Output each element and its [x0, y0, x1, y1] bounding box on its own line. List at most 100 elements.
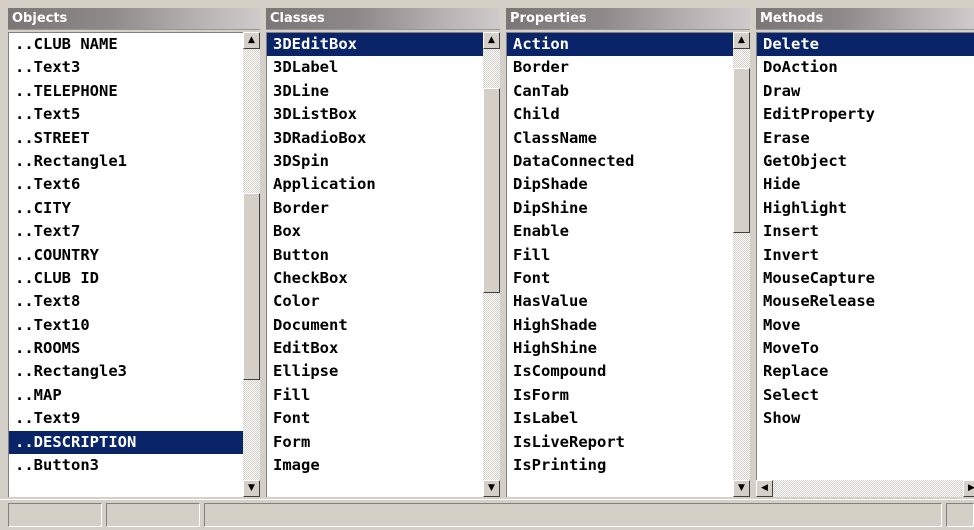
classes-list-item[interactable]: EditBox — [267, 337, 483, 360]
objects-list-item[interactable]: ..Text3 — [9, 56, 243, 79]
methods-list-item[interactable]: Select — [757, 384, 974, 407]
classes-list-item[interactable]: Application — [267, 173, 483, 196]
objects-list-item[interactable]: ..STREET — [9, 127, 243, 150]
objects-list-item[interactable]: ..CLUB ID — [9, 267, 243, 290]
classes-list-item[interactable]: 3DLine — [267, 80, 483, 103]
classes-pane: Classes 3DEditBox 3DLabel 3DLine 3DListBox 3… — [266, 8, 500, 497]
scroll-right-icon[interactable]: ▶ — [963, 480, 974, 497]
properties-list-item[interactable]: Child — [507, 103, 733, 126]
status-bar — [0, 499, 974, 530]
properties-list-item[interactable]: HasValue — [507, 290, 733, 313]
objects-list-item[interactable]: ..COUNTRY — [9, 244, 243, 267]
classes-list-item[interactable]: 3DSpin — [267, 150, 483, 173]
methods-list-item[interactable]: Show — [757, 407, 974, 430]
scroll-down-icon[interactable]: ▼ — [243, 480, 260, 497]
objects-scroll-thumb[interactable] — [243, 193, 260, 380]
classes-list-item[interactable]: Box — [267, 220, 483, 243]
objects-list-item[interactable]: ..CLUB NAME — [9, 33, 243, 56]
classes-list-item[interactable]: 3DLabel — [267, 56, 483, 79]
methods-list-item[interactable]: Erase — [757, 127, 974, 150]
methods-list-item[interactable]: MouseCapture — [757, 267, 974, 290]
objects-list-item[interactable]: ..Text5 — [9, 103, 243, 126]
objects-list-item[interactable]: ..ROOMS — [9, 337, 243, 360]
properties-list-item[interactable]: Font — [507, 267, 733, 290]
properties-list-item[interactable]: DipShade — [507, 173, 733, 196]
classes-list-item[interactable]: Font — [267, 407, 483, 430]
classes-list-item[interactable]: Button — [267, 244, 483, 267]
status-panel-1 — [8, 503, 102, 527]
classes-list-item[interactable]: 3DEditBox — [267, 33, 483, 57]
properties-header: Properties — [506, 8, 750, 30]
properties-vertical-scrollbar[interactable]: ▲ ▼ — [733, 32, 750, 497]
methods-list-item[interactable]: Insert — [757, 220, 974, 243]
objects-list-item[interactable]: ..Button3 — [9, 454, 243, 477]
objects-list-item[interactable]: ..Rectangle1 — [9, 150, 243, 173]
scroll-up-icon[interactable]: ▲ — [483, 32, 500, 49]
properties-list-item[interactable]: HighShade — [507, 314, 733, 337]
properties-list-item[interactable]: Border — [507, 56, 733, 79]
objects-list-item[interactable]: ..Text6 — [9, 173, 243, 196]
classes-list-item[interactable]: CheckBox — [267, 267, 483, 290]
properties-list-item[interactable]: Action — [507, 33, 733, 57]
classes-list-item[interactable]: Fill — [267, 384, 483, 407]
properties-list-item[interactable]: DipShine — [507, 197, 733, 220]
scroll-down-icon[interactable]: ▼ — [733, 480, 750, 497]
methods-list[interactable]: Delete DoAction Draw EditProperty Erase GetOb… — [756, 32, 974, 480]
properties-list-item[interactable]: ClassName — [507, 127, 733, 150]
objects-list-item[interactable]: ..Text9 — [9, 407, 243, 430]
objects-list-item[interactable]: ..Rectangle3 — [9, 360, 243, 383]
properties-list-item[interactable]: HighShine — [507, 337, 733, 360]
scroll-left-icon[interactable]: ◀ — [756, 480, 773, 497]
objects-list-item[interactable]: ..CITY — [9, 197, 243, 220]
classes-list-item[interactable]: Image — [267, 454, 483, 477]
methods-list-item[interactable]: Highlight — [757, 197, 974, 220]
properties-list-item[interactable]: Enable — [507, 220, 733, 243]
objects-list-item[interactable]: ..Text8 — [9, 290, 243, 313]
classes-vertical-scrollbar[interactable]: ▲ ▼ — [483, 32, 500, 497]
properties-list[interactable]: Action Border CanTab Child ClassName DataConn… — [506, 32, 733, 497]
classes-list-item[interactable]: Form — [267, 431, 483, 454]
methods-list-item[interactable]: GetObject — [757, 150, 974, 173]
objects-list-item[interactable]: ..Text7 — [9, 220, 243, 243]
methods-list-item[interactable]: Hide — [757, 173, 974, 196]
properties-list-item[interactable]: DataConnected — [507, 150, 733, 173]
objects-list[interactable]: ..CLUB NAME ..Text3 ..TELEPHONE ..Text5 ..ST… — [8, 32, 243, 497]
objects-pane: Objects ..CLUB NAME ..Text3 ..TELEPHONE ..T… — [8, 8, 260, 497]
classes-list-item[interactable]: Color — [267, 290, 483, 313]
methods-list-item[interactable]: Replace — [757, 360, 974, 383]
methods-list-item[interactable]: Delete — [757, 33, 974, 57]
classes-list-item[interactable]: 3DRadioBox — [267, 127, 483, 150]
methods-list-item[interactable]: Invert — [757, 244, 974, 267]
methods-list-item[interactable]: Move — [757, 314, 974, 337]
classes-scroll-thumb[interactable] — [483, 88, 500, 293]
classes-list-item[interactable]: Border — [267, 197, 483, 220]
objects-vertical-scrollbar[interactable]: ▲ ▼ — [243, 32, 260, 497]
methods-horizontal-scrollbar[interactable]: ◀ ▶ — [756, 480, 974, 497]
properties-list-item[interactable]: IsPrinting — [507, 454, 733, 477]
classes-header: Classes — [266, 8, 500, 30]
properties-list-item[interactable]: IsForm — [507, 384, 733, 407]
methods-pane: Methods Delete DoAction Draw EditProperty Er… — [756, 8, 974, 497]
properties-list-item[interactable]: CanTab — [507, 80, 733, 103]
scroll-up-icon[interactable]: ▲ — [733, 32, 750, 49]
properties-list-item[interactable]: IsLiveReport — [507, 431, 733, 454]
classes-list-item[interactable]: 3DListBox — [267, 103, 483, 126]
classes-list[interactable]: 3DEditBox 3DLabel 3DLine 3DListBox 3DRadioBo… — [266, 32, 483, 497]
objects-list-item[interactable]: ..TELEPHONE — [9, 80, 243, 103]
properties-scroll-thumb[interactable] — [733, 68, 750, 233]
methods-list-item[interactable]: MoveTo — [757, 337, 974, 360]
properties-list-item[interactable]: IsLabel — [507, 407, 733, 430]
scroll-down-icon[interactable]: ▼ — [483, 480, 500, 497]
objects-list-item[interactable]: ..Text10 — [9, 314, 243, 337]
methods-list-item[interactable]: DoAction — [757, 56, 974, 79]
objects-list-item[interactable]: ..DESCRIPTION — [9, 430, 243, 455]
methods-list-item[interactable]: MouseRelease — [757, 290, 974, 313]
methods-list-item[interactable]: EditProperty — [757, 103, 974, 126]
objects-list-item[interactable]: ..MAP — [9, 384, 243, 407]
properties-list-item[interactable]: IsCompound — [507, 360, 733, 383]
classes-list-item[interactable]: Document — [267, 314, 483, 337]
classes-list-item[interactable]: Ellipse — [267, 360, 483, 383]
properties-list-item[interactable]: Fill — [507, 244, 733, 267]
methods-list-item[interactable]: Draw — [757, 80, 974, 103]
scroll-up-icon[interactable]: ▲ — [243, 32, 260, 49]
